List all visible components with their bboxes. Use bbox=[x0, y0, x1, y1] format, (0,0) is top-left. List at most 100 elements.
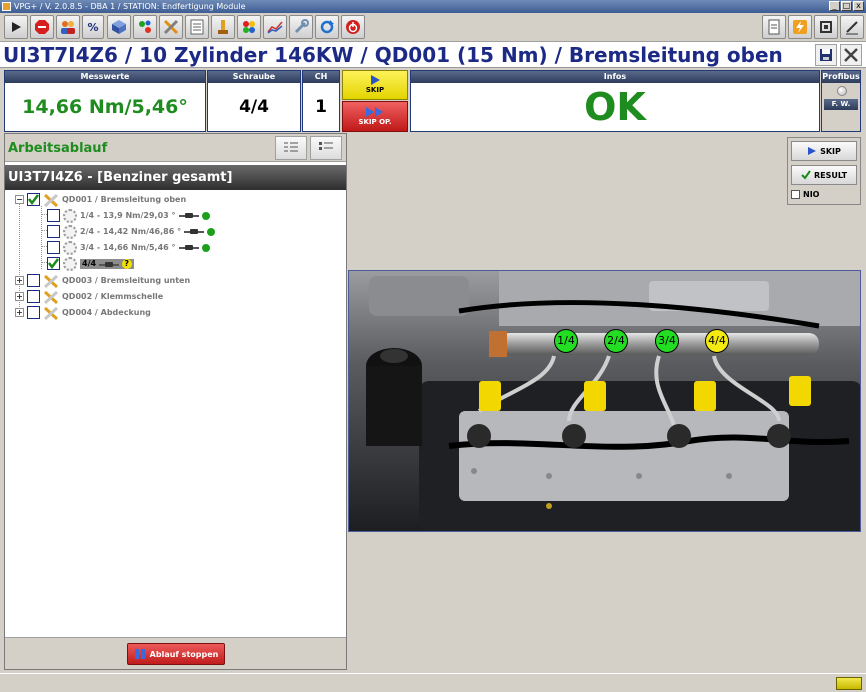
checkbox-checked[interactable] bbox=[27, 193, 40, 206]
nio-checkbox[interactable]: NIO bbox=[791, 190, 819, 199]
engine-photo: 1/4 2/4 3/4 4/4 bbox=[348, 270, 861, 532]
refresh-icon[interactable] bbox=[315, 15, 339, 39]
tree-item-qd004[interactable]: + QD004 / Abdeckung bbox=[15, 305, 151, 320]
tree-item-qd003[interactable]: + QD003 / Bremsleitung unten bbox=[15, 273, 190, 288]
status-ok-icon bbox=[207, 227, 216, 236]
workflow-panel: Arbeitsablauf UI3T7I4Z6 - [Benziner gesa… bbox=[4, 133, 347, 670]
stop-workflow-label: Ablauf stoppen bbox=[149, 649, 219, 659]
checkbox[interactable] bbox=[27, 306, 40, 319]
marker-2-4: 2/4 bbox=[604, 329, 628, 353]
stop-workflow-button[interactable]: Ablauf stoppen bbox=[127, 643, 225, 665]
tree-item-step-1[interactable]: 1/4 - 13,9 Nm/29,03 ° bbox=[47, 208, 210, 223]
page-header: UI3T7I4Z6 / 10 Zylinder 146KW / QD001 (1… bbox=[0, 42, 866, 68]
bolt-icon bbox=[178, 213, 199, 218]
users-icon[interactable] bbox=[56, 15, 80, 39]
save-icon[interactable] bbox=[815, 44, 837, 66]
skip-action-button[interactable]: SKIP bbox=[791, 141, 857, 161]
workflow-group-title: UI3T7I4Z6 - [Benziner gesamt] bbox=[5, 165, 346, 190]
nio-checkbox-box[interactable] bbox=[791, 190, 800, 199]
exit-icon[interactable] bbox=[814, 15, 838, 39]
status-bar bbox=[0, 673, 866, 692]
stop-icon[interactable] bbox=[30, 15, 54, 39]
collapse-toggle[interactable]: − bbox=[15, 195, 24, 204]
tools-icon bbox=[43, 290, 59, 304]
fw-button[interactable]: F. W. bbox=[824, 99, 858, 110]
schraube-value: 4/4 bbox=[239, 97, 269, 117]
checkbox[interactable] bbox=[47, 241, 60, 254]
messwerte-value: 14,66 Nm/5,46° bbox=[22, 96, 188, 118]
list-collapse-icon bbox=[319, 142, 333, 150]
profibus-label: Profibus bbox=[822, 71, 860, 83]
flash-icon[interactable] bbox=[788, 15, 812, 39]
tools-settings-icon[interactable] bbox=[840, 44, 862, 66]
chart-icon[interactable] bbox=[263, 15, 287, 39]
expand-list-button[interactable] bbox=[275, 136, 307, 160]
result-icon bbox=[801, 170, 811, 180]
edit-icon[interactable] bbox=[840, 15, 864, 39]
collapse-list-button[interactable] bbox=[310, 136, 342, 160]
network-icon[interactable] bbox=[133, 15, 157, 39]
checkbox[interactable] bbox=[47, 225, 60, 238]
tree-item-qd001[interactable]: − QD001 / Bremsleitung oben bbox=[15, 192, 186, 207]
infos-value: OK bbox=[584, 85, 646, 129]
app-icon bbox=[2, 2, 11, 11]
checkbox[interactable] bbox=[47, 209, 60, 222]
window-titlebar: VPG+ / V. 2.0.8.5 - DBA 1 / STATION: End… bbox=[0, 0, 866, 13]
torque-icon[interactable] bbox=[211, 15, 235, 39]
bolt-icon bbox=[178, 245, 199, 250]
step-label: 3/4 - 14,66 Nm/5,46 ° bbox=[80, 243, 176, 252]
profibus-led-icon bbox=[837, 86, 847, 96]
list-icon[interactable] bbox=[185, 15, 209, 39]
tools-icon bbox=[43, 306, 59, 320]
skip-op-button[interactable]: SKIP OP. bbox=[342, 101, 408, 132]
percent-label: % bbox=[87, 20, 99, 34]
document-icon[interactable] bbox=[762, 15, 786, 39]
checkbox[interactable] bbox=[27, 290, 40, 303]
cube-icon[interactable] bbox=[107, 15, 131, 39]
screw-icon bbox=[63, 256, 77, 271]
checkbox-checked[interactable] bbox=[47, 257, 60, 270]
close-button[interactable]: x bbox=[853, 1, 864, 11]
skip-arrow-icon bbox=[808, 147, 817, 155]
skip-label: SKIP bbox=[365, 86, 385, 94]
traffic-light-icon[interactable] bbox=[237, 15, 261, 39]
keyboard-icon[interactable] bbox=[836, 677, 862, 690]
workflow-title: Arbeitsablauf bbox=[8, 141, 108, 156]
screw-icon bbox=[63, 224, 77, 239]
play-icon[interactable] bbox=[4, 15, 28, 39]
ch-panel: CH 1 bbox=[302, 70, 340, 132]
schraube-label: Schraube bbox=[208, 71, 300, 83]
tools-icon[interactable] bbox=[159, 15, 183, 39]
list-expand-icon bbox=[284, 142, 298, 152]
infos-panel: Infos OK bbox=[410, 70, 820, 132]
tree-item-step-4[interactable]: 4/4 ? bbox=[47, 256, 134, 271]
skip-button[interactable]: SKIP bbox=[342, 70, 408, 100]
tools-icon bbox=[43, 274, 59, 288]
pause-icon bbox=[134, 649, 145, 659]
tree-item-label: QD001 / Bremsleitung oben bbox=[62, 195, 187, 204]
screw-icon bbox=[63, 240, 77, 255]
tree-item-step-2[interactable]: 2/4 - 14,42 Nm/46,86 ° bbox=[47, 224, 216, 239]
skip-action-label: SKIP bbox=[820, 146, 841, 156]
wrench-icon[interactable] bbox=[289, 15, 313, 39]
action-panel: SKIP RESULT NIO bbox=[787, 137, 861, 205]
bolt-icon bbox=[98, 262, 119, 267]
pending-question-icon: ? bbox=[121, 258, 132, 269]
profibus-panel: Profibus F. W. bbox=[821, 70, 861, 132]
tree-item-step-3[interactable]: 3/4 - 14,66 Nm/5,46 ° bbox=[47, 240, 210, 255]
expand-toggle[interactable]: + bbox=[15, 276, 24, 285]
power-icon[interactable] bbox=[341, 15, 365, 39]
checkbox[interactable] bbox=[27, 274, 40, 287]
expand-toggle[interactable]: + bbox=[15, 308, 24, 317]
nio-label: NIO bbox=[803, 190, 820, 199]
minimize-button[interactable]: _ bbox=[829, 1, 840, 11]
expand-toggle[interactable]: + bbox=[15, 292, 24, 301]
result-button[interactable]: RESULT bbox=[791, 165, 857, 185]
tree-item-qd002[interactable]: + QD002 / Klemmschelle bbox=[15, 289, 163, 304]
maximize-button[interactable]: □ bbox=[841, 1, 852, 11]
tree-item-label: QD002 / Klemmschelle bbox=[62, 292, 164, 301]
step-label: 2/4 - 14,42 Nm/46,86 ° bbox=[80, 227, 182, 236]
step-label: 1/4 - 13,9 Nm/29,03 ° bbox=[80, 211, 176, 220]
percent-icon[interactable]: % bbox=[82, 15, 104, 39]
messwerte-label: Messwerte bbox=[5, 71, 205, 83]
